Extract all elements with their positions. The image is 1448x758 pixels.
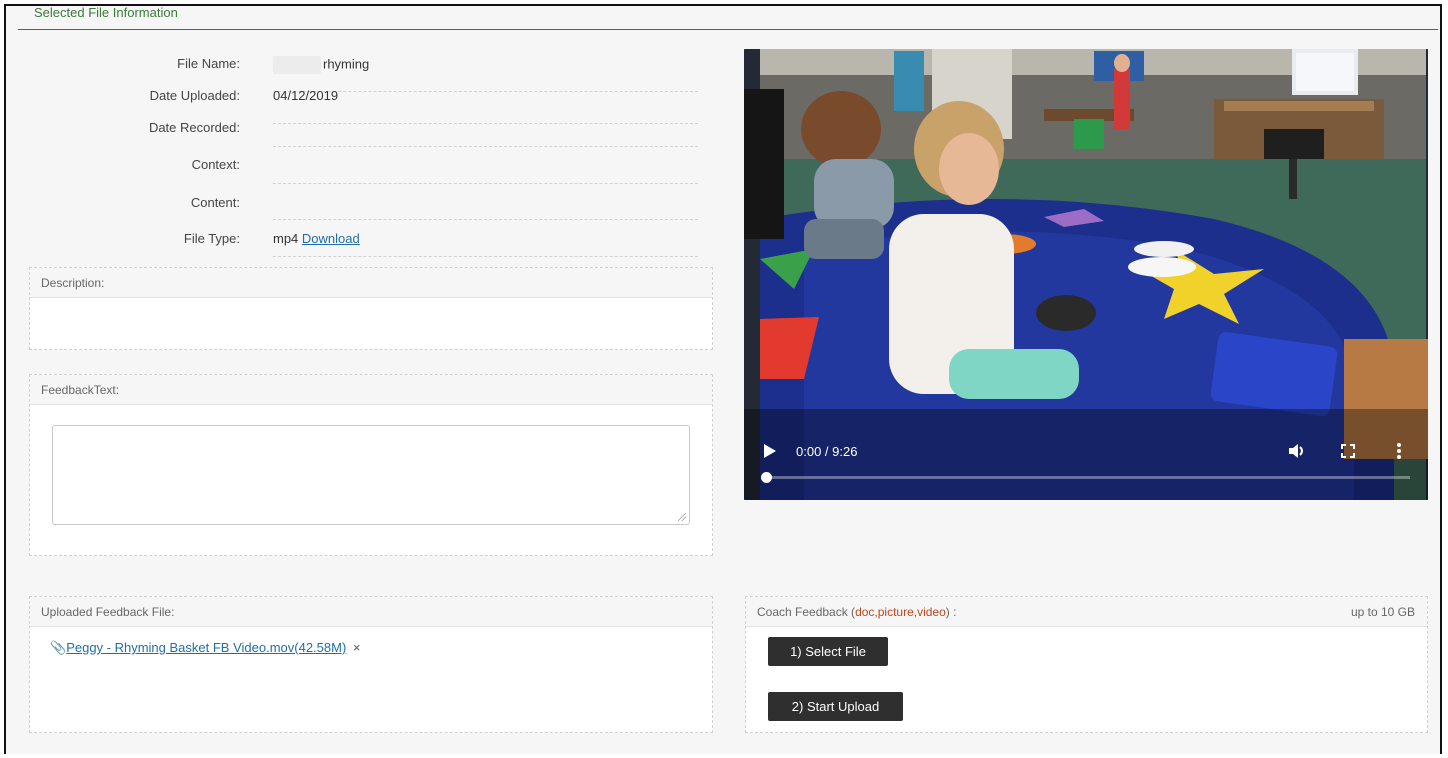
row-divider bbox=[273, 256, 698, 257]
video-progress-knob[interactable] bbox=[761, 472, 772, 483]
file-name-value: rhyming bbox=[273, 56, 369, 74]
play-icon[interactable] bbox=[764, 444, 776, 458]
uploaded-file-item: 📎Peggy - Rhyming Basket FB Video.mov(42.… bbox=[50, 640, 361, 656]
feedback-text-panel: FeedbackText: bbox=[29, 374, 713, 556]
coach-feedback-label: Coach Feedback ( bbox=[757, 605, 856, 619]
coach-feedback-header: Coach Feedback (doc,picture,video) : up … bbox=[746, 597, 1427, 627]
date-recorded-label: Date Recorded: bbox=[148, 120, 240, 135]
file-type-row: File Type: mp4 Download bbox=[30, 231, 698, 257]
row-divider bbox=[273, 219, 698, 220]
remove-file-icon[interactable]: × bbox=[353, 640, 361, 655]
more-options-icon[interactable] bbox=[1396, 442, 1402, 465]
file-name-label: File Name: bbox=[177, 56, 240, 71]
file-type-text: mp4 bbox=[273, 231, 299, 246]
uploaded-feedback-panel: Uploaded Feedback File: 📎Peggy - Rhyming… bbox=[29, 596, 713, 733]
feedback-textarea[interactable] bbox=[52, 425, 690, 525]
file-type-label: File Type: bbox=[183, 231, 240, 246]
content-row: Content: bbox=[30, 195, 698, 220]
description-label: Description: bbox=[30, 268, 712, 298]
redacted-block bbox=[273, 56, 321, 74]
row-divider bbox=[273, 183, 698, 184]
file-type-value: mp4 Download bbox=[273, 231, 360, 246]
feedback-text-label: FeedbackText: bbox=[30, 375, 712, 405]
video-player[interactable]: 0:00 / 9:26 bbox=[744, 49, 1428, 500]
video-time: 0:00 / 9:26 bbox=[796, 444, 858, 459]
video-frame bbox=[744, 49, 1428, 500]
resize-grip-icon[interactable] bbox=[678, 513, 686, 521]
select-file-button[interactable]: 1) Select File bbox=[768, 637, 888, 666]
date-uploaded-value: 04/12/2019 bbox=[273, 88, 339, 103]
section-divider bbox=[18, 29, 1438, 30]
download-link[interactable]: Download bbox=[302, 231, 360, 246]
start-upload-button[interactable]: 2) Start Upload bbox=[768, 692, 903, 721]
coach-feedback-suffix: ) : bbox=[945, 605, 957, 619]
date-uploaded-label: Date Uploaded: bbox=[149, 88, 240, 103]
upload-size-limit: up to 10 GB bbox=[1350, 605, 1415, 619]
context-label: Context: bbox=[191, 157, 240, 172]
date-recorded-row: Date Recorded: bbox=[30, 120, 698, 147]
paperclip-icon: 📎 bbox=[50, 640, 67, 655]
context-row: Context: bbox=[30, 157, 698, 184]
coach-feedback-types: doc,picture,video bbox=[855, 605, 946, 619]
volume-icon[interactable] bbox=[1287, 442, 1307, 465]
uploaded-feedback-label: Uploaded Feedback File: bbox=[30, 597, 712, 627]
description-panel: Description: bbox=[29, 267, 713, 350]
content-label: Content: bbox=[190, 195, 240, 210]
uploaded-file-link[interactable]: Peggy - Rhyming Basket FB Video.mov(42.5… bbox=[66, 640, 346, 655]
fullscreen-icon[interactable] bbox=[1341, 444, 1355, 463]
section-title: Selected File Information bbox=[34, 5, 178, 20]
date-uploaded-row: Date Uploaded: 04/12/2019 bbox=[30, 88, 698, 124]
coach-feedback-panel: Coach Feedback (doc,picture,video) : up … bbox=[745, 596, 1428, 733]
file-name-text: rhyming bbox=[323, 56, 370, 72]
file-name-row: File Name: rhyming bbox=[30, 56, 698, 92]
row-divider bbox=[273, 146, 698, 147]
video-progress-track[interactable] bbox=[761, 472, 1410, 483]
